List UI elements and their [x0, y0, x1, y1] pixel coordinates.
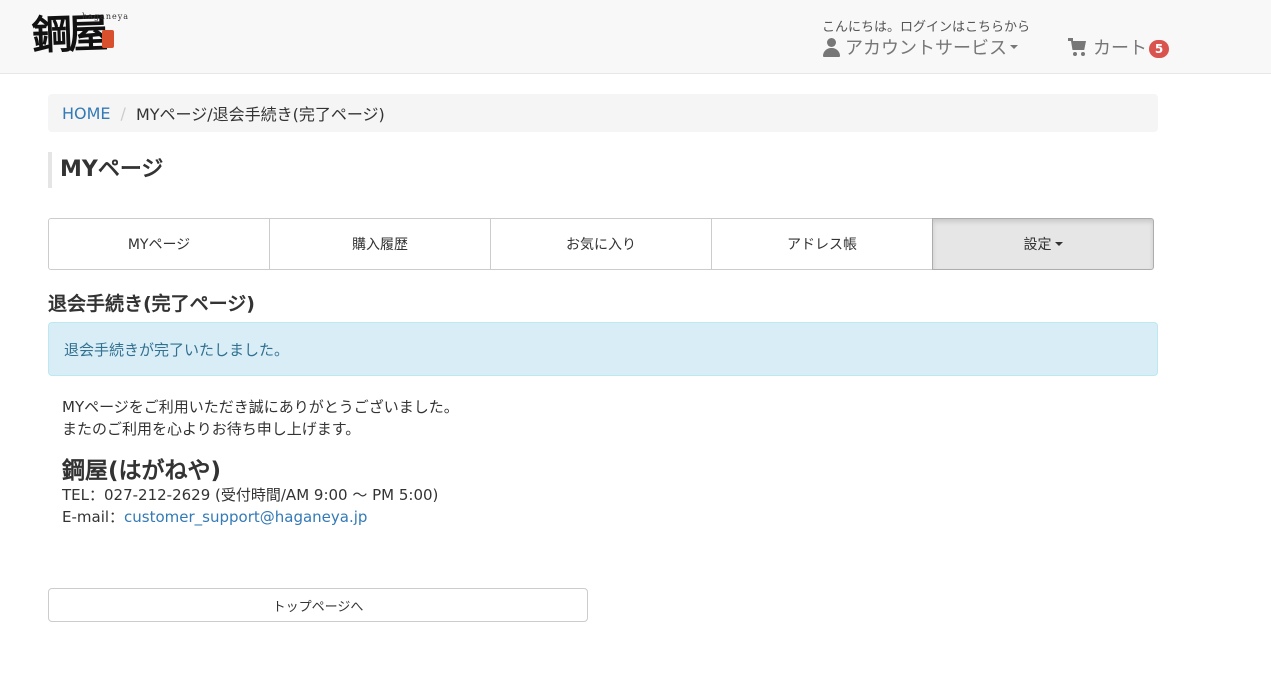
cart-label: カート: [1093, 38, 1147, 59]
top-page-button[interactable]: トップページへ: [48, 588, 588, 622]
completion-alert: 退会手続きが完了いたしました。: [48, 322, 1158, 376]
page-title: MYページ: [48, 152, 163, 188]
contact-info: TEL：027-212-2629 (受付時間/AM 9:00 ～ PM 5:00…: [62, 484, 438, 528]
cart-icon: [1068, 37, 1088, 57]
email-label: E-mail：: [62, 508, 125, 526]
logo-seal-icon: [102, 30, 114, 48]
user-icon: [822, 37, 840, 57]
message-line-1: MYページをご利用いただき誠にありがとうございました。: [62, 398, 459, 416]
tab-mypage[interactable]: MYページ: [48, 218, 270, 270]
contact-email-row: E-mail：customer_support@haganeya.jp: [62, 506, 438, 528]
site-logo[interactable]: 鋼屋 haganeya: [31, 6, 128, 64]
caret-down-icon: [1054, 242, 1063, 246]
caret-down-icon: [1010, 45, 1018, 49]
tab-favorites[interactable]: お気に入り: [490, 218, 712, 270]
breadcrumb: HOME / MYページ/退会手続き(完了ページ): [48, 94, 1158, 132]
breadcrumb-current: MYページ/退会手続き(完了ページ): [135, 105, 385, 124]
login-greeting[interactable]: こんにちは。ログインはこちらから: [822, 16, 1030, 35]
company-name: 鋼屋(はがねや): [62, 458, 222, 484]
tab-settings-label: 設定: [1023, 237, 1052, 253]
section-title: 退会手続き(完了ページ): [48, 293, 255, 315]
tab-purchase-history[interactable]: 購入履歴: [269, 218, 491, 270]
site-header: 鋼屋 haganeya こんにちは。ログインはこちらから アカウントサービス カ…: [0, 0, 1271, 74]
contact-tel: TEL：027-212-2629 (受付時間/AM 9:00 ～ PM 5:00…: [62, 486, 439, 504]
breadcrumb-home-link[interactable]: HOME: [62, 104, 111, 123]
cart-count-badge: 5: [1149, 40, 1169, 58]
cart-link[interactable]: カート 5: [1068, 34, 1169, 60]
account-service-label: アカウントサービス: [845, 38, 1007, 59]
account-service-menu[interactable]: アカウントサービス: [822, 34, 1018, 60]
tab-address-book[interactable]: アドレス帳: [711, 218, 933, 270]
breadcrumb-separator: /: [120, 103, 126, 123]
email-link[interactable]: customer_support@haganeya.jp: [124, 508, 367, 526]
mypage-tabs: MYページ 購入履歴 お気に入り アドレス帳 設定: [48, 218, 1158, 270]
thank-you-message: MYページをご利用いただき誠にありがとうございました。 またのご利用を心よりお待…: [62, 396, 459, 440]
tab-settings[interactable]: 設定: [932, 218, 1154, 270]
message-line-2: またのご利用を心よりお待ち申し上げます。: [62, 420, 361, 438]
logo-romanized: haganeya: [82, 12, 129, 21]
